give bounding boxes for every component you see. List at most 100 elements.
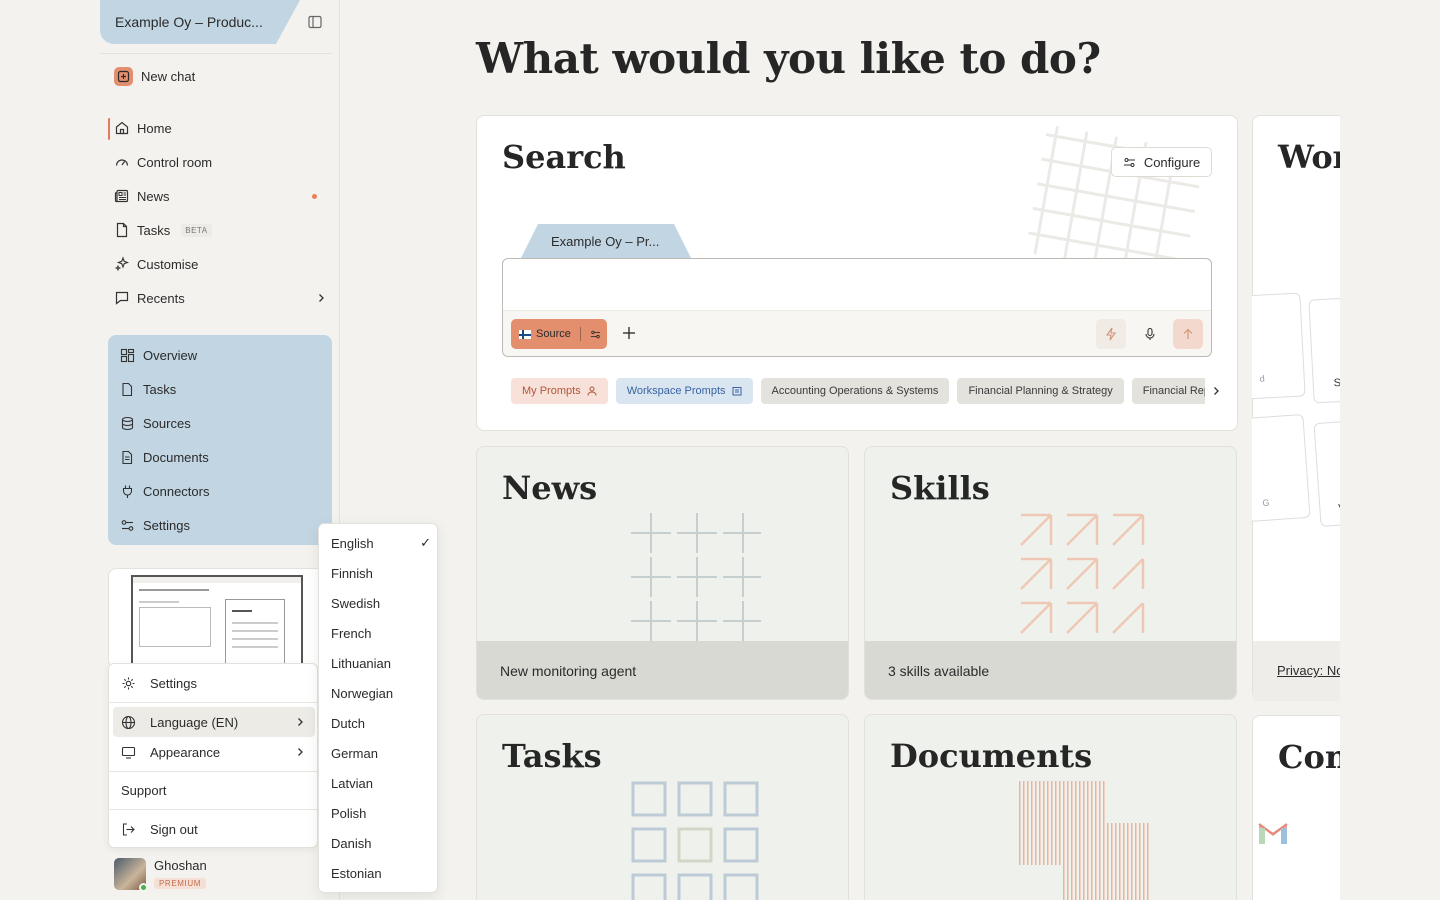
menu-item-support[interactable]: Support <box>113 775 315 805</box>
menu-item-label: Support <box>121 782 167 798</box>
language-option-german[interactable]: German <box>331 743 431 763</box>
menu-item-appearance[interactable]: Appearance <box>113 737 315 767</box>
settings-menu: Settings Language (EN) Appearance Suppor… <box>108 663 319 848</box>
chip-label: Workspace Prompts <box>626 385 726 397</box>
divider <box>100 53 332 54</box>
sidebar-item-label: Control room <box>137 154 213 170</box>
language-option-french[interactable]: French <box>331 623 431 643</box>
sidebar-item-control-room[interactable]: Control room <box>114 151 326 173</box>
lines-decoration <box>1019 781 1151 900</box>
language-option-estonian[interactable]: Estonian <box>331 863 431 883</box>
workflow-preview-card: G <box>1252 413 1311 523</box>
sidebar-item-news[interactable]: News <box>114 185 326 207</box>
chip-accounting[interactable]: Accounting Operations & Systems <box>760 378 950 404</box>
news-tile[interactable]: News New monitoring agent <box>476 446 849 700</box>
sidebar-item-recents[interactable]: Recents <box>114 287 326 309</box>
chip-label: Accounting Operations & Systems <box>771 385 939 397</box>
language-label: French <box>331 625 372 641</box>
workspace-item-documents[interactable]: Documents <box>120 446 209 468</box>
gear-icon <box>121 676 136 691</box>
language-label: Dutch <box>331 715 365 731</box>
workspace-name: Example Oy – Produc... <box>115 14 263 30</box>
language-option-danish[interactable]: Danish <box>331 833 431 853</box>
language-option-swedish[interactable]: Swedish <box>331 593 431 613</box>
language-label: Finnish <box>331 565 373 581</box>
new-chat-icon <box>114 66 133 86</box>
card-title: Wor <box>1278 138 1340 176</box>
language-label: Polish <box>331 805 367 821</box>
workflow-preview-card: V <box>1313 418 1340 528</box>
divider <box>109 702 319 703</box>
lightning-icon[interactable] <box>1096 319 1126 349</box>
chip-financial-planning[interactable]: Financial Planning & Strategy <box>957 378 1124 404</box>
workflows-card[interactable]: Wor d St G V Privacy: No <box>1252 115 1340 701</box>
menu-item-language[interactable]: Language (EN) <box>113 707 315 737</box>
preview-label: St <box>1333 376 1340 390</box>
privacy-link[interactable]: Privacy: No <box>1277 663 1340 678</box>
new-chat-button[interactable]: New chat <box>114 64 195 88</box>
tile-title: Skills <box>890 469 990 507</box>
preview-line <box>232 638 278 640</box>
user-name: Ghoshan <box>154 857 207 873</box>
chevron-right-icon[interactable] <box>1211 386 1221 396</box>
workspace-item-sources[interactable]: Sources <box>120 412 191 434</box>
language-label: German <box>331 745 378 761</box>
skills-tile[interactable]: Skills 3 skills available <box>864 446 1237 700</box>
newspaper-icon <box>114 188 130 204</box>
language-option-latvian[interactable]: Latvian <box>331 773 431 793</box>
add-attachment-icon[interactable] <box>621 325 637 341</box>
chip-label: Financial Planning & Strategy <box>968 385 1113 397</box>
language-option-english[interactable]: English ✓ <box>331 533 431 553</box>
language-label: Swedish <box>331 595 381 611</box>
connectors-card[interactable]: Con <box>1252 715 1340 900</box>
sidebar-item-customise[interactable]: Customise <box>114 253 326 275</box>
chat-icon <box>114 290 130 306</box>
menu-item-settings[interactable]: Settings <box>113 668 315 698</box>
finland-flag-icon <box>519 329 531 339</box>
sidebar-item-home[interactable]: Home <box>114 117 326 139</box>
database-icon <box>120 416 135 431</box>
language-option-dutch[interactable]: Dutch <box>331 713 431 733</box>
sidebar-item-label: News <box>137 188 170 204</box>
workspace-item-settings[interactable]: Settings <box>120 514 190 536</box>
language-option-finnish[interactable]: Finnish <box>331 563 431 583</box>
tile-footer: 3 skills available <box>865 641 1236 699</box>
divider <box>109 771 319 772</box>
workflow-preview-card: St <box>1308 296 1340 404</box>
language-option-lithuanian[interactable]: Lithuanian <box>331 653 431 673</box>
workspace-item-connectors[interactable]: Connectors <box>120 480 209 502</box>
slashes-decoration <box>1020 513 1145 634</box>
language-label: Lithuanian <box>331 655 391 671</box>
microphone-icon[interactable] <box>1135 319 1165 349</box>
source-button[interactable]: Source <box>511 319 607 349</box>
documents-tile[interactable]: Documents <box>864 714 1237 900</box>
prompt-workspace-tab[interactable]: Example Oy – Pr... <box>521 224 691 258</box>
language-menu: English ✓ Finnish Swedish French Lithuani… <box>318 523 438 893</box>
menu-item-sign-out[interactable]: Sign out <box>113 814 315 844</box>
preview-line <box>232 622 278 624</box>
chip-financial-reporting[interactable]: Financial Reporting <box>1131 378 1205 404</box>
chip-workspace-prompts[interactable]: Workspace Prompts <box>615 378 753 404</box>
beta-badge: BETA <box>181 223 212 237</box>
send-arrow-icon[interactable] <box>1173 319 1203 349</box>
sidebar-item-tasks[interactable]: Tasks BETA <box>114 219 326 241</box>
preview-line <box>232 646 278 648</box>
tasks-tile[interactable]: Tasks <box>476 714 849 900</box>
workspace-item-label: Settings <box>143 517 190 533</box>
right-cards-overflow: Wor d St G V Privacy: No Con <box>1252 115 1340 900</box>
chevron-right-icon <box>316 293 326 303</box>
chip-my-prompts[interactable]: My Prompts <box>511 378 608 404</box>
language-option-norwegian[interactable]: Norwegian <box>331 683 431 703</box>
sidebar-collapse-icon[interactable] <box>307 14 323 30</box>
workspace-item-tasks[interactable]: Tasks <box>120 378 176 400</box>
user-profile[interactable]: Ghoshan PREMIUM <box>114 857 207 892</box>
gauge-icon <box>114 154 130 170</box>
sidebar: Example Oy – Produc... New chat Home Con… <box>100 0 340 900</box>
language-option-polish[interactable]: Polish <box>331 803 431 823</box>
document-preview[interactable] <box>108 568 328 668</box>
check-icon: ✓ <box>420 535 431 550</box>
configure-button[interactable]: Configure <box>1111 147 1212 177</box>
menu-item-label: Settings <box>150 675 197 691</box>
workspace-item-overview[interactable]: Overview <box>120 344 197 366</box>
prompt-input[interactable]: Source <box>502 258 1212 357</box>
